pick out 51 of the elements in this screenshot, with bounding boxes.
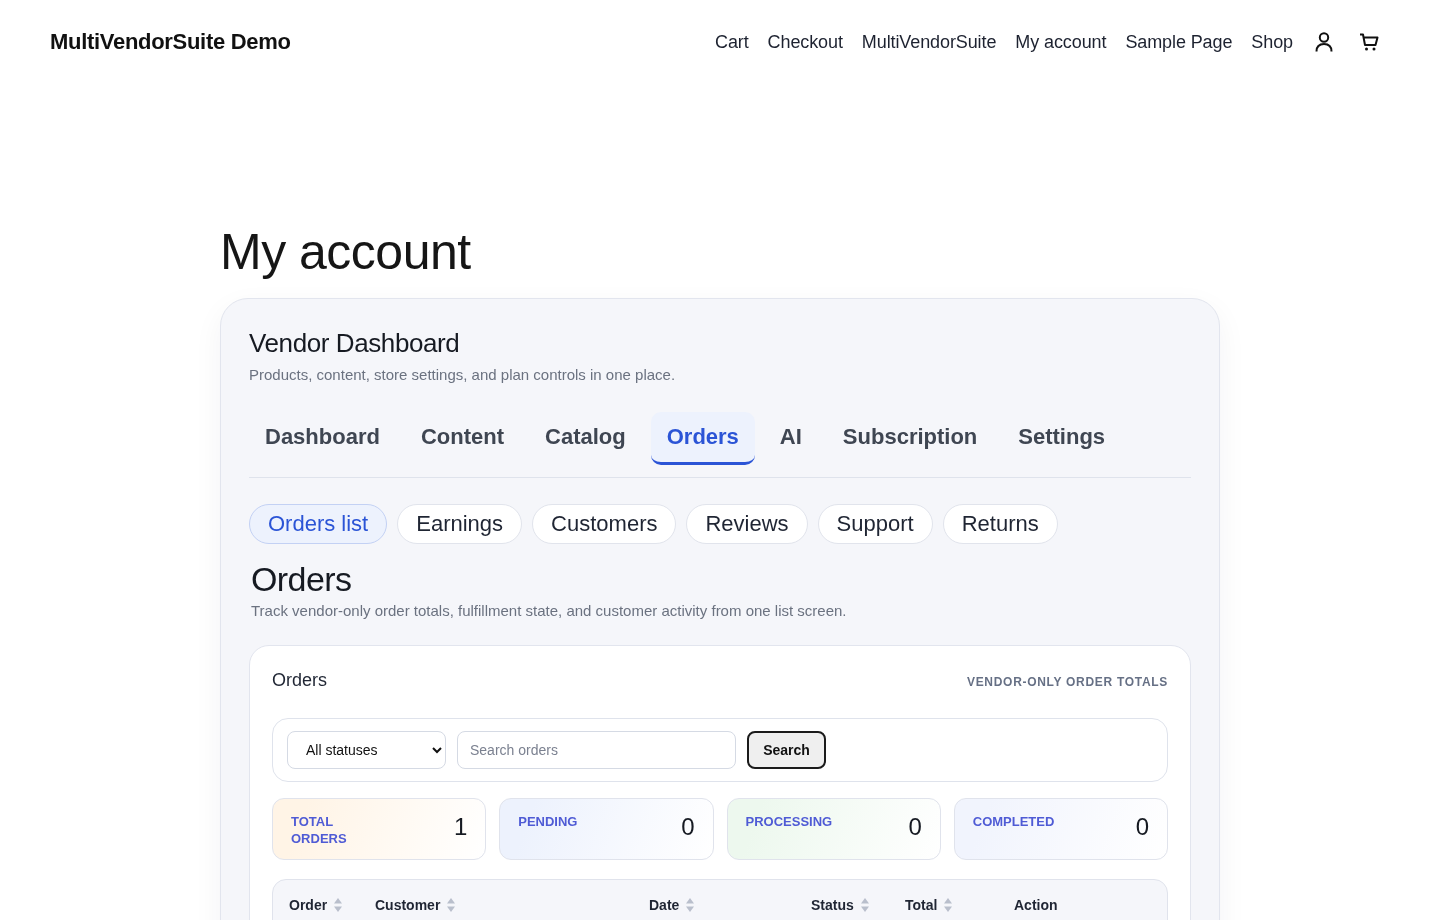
tab[interactable]: Content [404,412,520,465]
stat-label: PENDING [518,813,578,830]
tab[interactable]: Subscription [826,412,994,465]
tab[interactable]: Dashboard [249,412,396,465]
column-header[interactable]: Date [649,897,680,913]
stat-label: TOTAL ORDERS [291,813,348,847]
dashboard-subtitle: Products, content, store settings, and plan controls in one place. [249,365,677,385]
search-field[interactable]: Search orders [457,731,736,769]
nav-link[interactable]: Sample Page [1125,31,1233,53]
tab[interactable]: Orders [650,412,755,465]
stat-value: 1 [453,813,468,841]
column-header[interactable]: Action [1014,897,1058,913]
subtab-pill[interactable]: Returns [942,504,1058,544]
nav-link[interactable]: Shop [1251,31,1293,53]
tab[interactable]: AI [763,412,818,465]
column-header[interactable]: Status [811,897,854,913]
stat-value: 0 [1135,813,1149,841]
nav-link[interactable]: MultiVendorSuite [861,31,997,53]
status-select[interactable]: All statuses [287,731,446,769]
section-title: Orders [251,559,353,599]
stat-value: 0 [908,813,922,841]
nav-link[interactable]: My account [1015,31,1107,53]
stat-label: PROCESSING [745,813,833,830]
subtab-pill[interactable]: Support [817,504,933,544]
subtab-pill[interactable]: Customers [532,504,677,544]
subtab-pill[interactable]: Orders list [249,504,388,544]
sort-icon[interactable] [447,898,456,912]
user-icon[interactable] [1315,32,1333,52]
sort-icon[interactable] [944,898,953,912]
cart-icon[interactable] [1359,33,1379,51]
dashboard-title: Vendor Dashboard [249,327,461,359]
stat-value: 0 [681,813,695,841]
search-button[interactable]: Search [747,731,826,769]
tab[interactable]: Catalog [529,412,642,465]
column-header[interactable]: Order [289,897,328,913]
column-header[interactable]: Customer [375,897,441,913]
nav-link[interactable]: Checkout [767,31,843,53]
stat-label: COMPLETED [972,813,1055,830]
panel-caption: VENDOR-ONLY ORDER TOTALS [966,675,1168,689]
tab[interactable]: Settings [1002,412,1122,465]
section-description: Track vendor-only order totals, fulfillment state, and customer activity from one list screen. [251,601,848,621]
sort-icon[interactable] [860,898,869,912]
column-header[interactable]: Total [905,897,938,913]
subtab-pill[interactable]: Earnings [397,504,523,544]
sort-icon[interactable] [334,898,343,912]
site-title[interactable]: MultiVendorSuite Demo [50,29,291,55]
page-title: My account [220,223,472,282]
panel-title: Orders [272,669,327,692]
subtab-pill[interactable]: Reviews [686,504,808,544]
sort-icon[interactable] [686,898,695,912]
nav-link[interactable]: Cart [715,31,749,53]
